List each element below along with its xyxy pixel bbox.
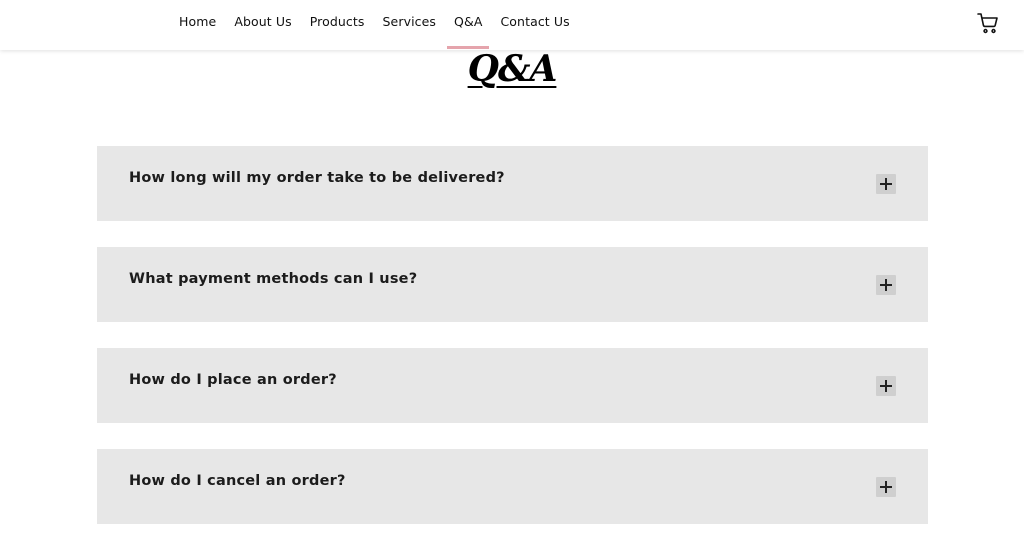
nav-item-contact-us[interactable]: Contact Us bbox=[491, 0, 578, 50]
plus-icon[interactable] bbox=[876, 376, 896, 396]
faq-item[interactable]: How do I place an order? bbox=[97, 348, 928, 423]
faq-item[interactable]: How long will my order take to be delive… bbox=[97, 146, 928, 221]
plus-icon[interactable] bbox=[876, 477, 896, 497]
main-nav: Home About Us Products Services Q&A Cont… bbox=[170, 0, 579, 50]
page-title: Q&A bbox=[467, 48, 558, 90]
site-header: Home About Us Products Services Q&A Cont… bbox=[0, 0, 1024, 50]
faq-question: How do I place an order? bbox=[129, 372, 337, 388]
faq-list: How long will my order take to be delive… bbox=[97, 146, 928, 550]
nav-item-home[interactable]: Home bbox=[170, 0, 225, 50]
faq-question: What payment methods can I use? bbox=[129, 271, 418, 287]
faq-question: How do I cancel an order? bbox=[129, 473, 346, 489]
nav-item-qa[interactable]: Q&A bbox=[445, 0, 491, 50]
nav-item-about-us[interactable]: About Us bbox=[225, 0, 300, 50]
nav-item-products[interactable]: Products bbox=[301, 0, 374, 50]
faq-question: How long will my order take to be delive… bbox=[129, 170, 505, 186]
nav-item-services[interactable]: Services bbox=[374, 0, 446, 50]
plus-icon[interactable] bbox=[876, 174, 896, 194]
faq-item[interactable]: How do I cancel an order? bbox=[97, 449, 928, 524]
shopping-cart-icon[interactable] bbox=[976, 11, 1000, 35]
faq-item[interactable]: What payment methods can I use? bbox=[97, 247, 928, 322]
plus-icon[interactable] bbox=[876, 275, 896, 295]
